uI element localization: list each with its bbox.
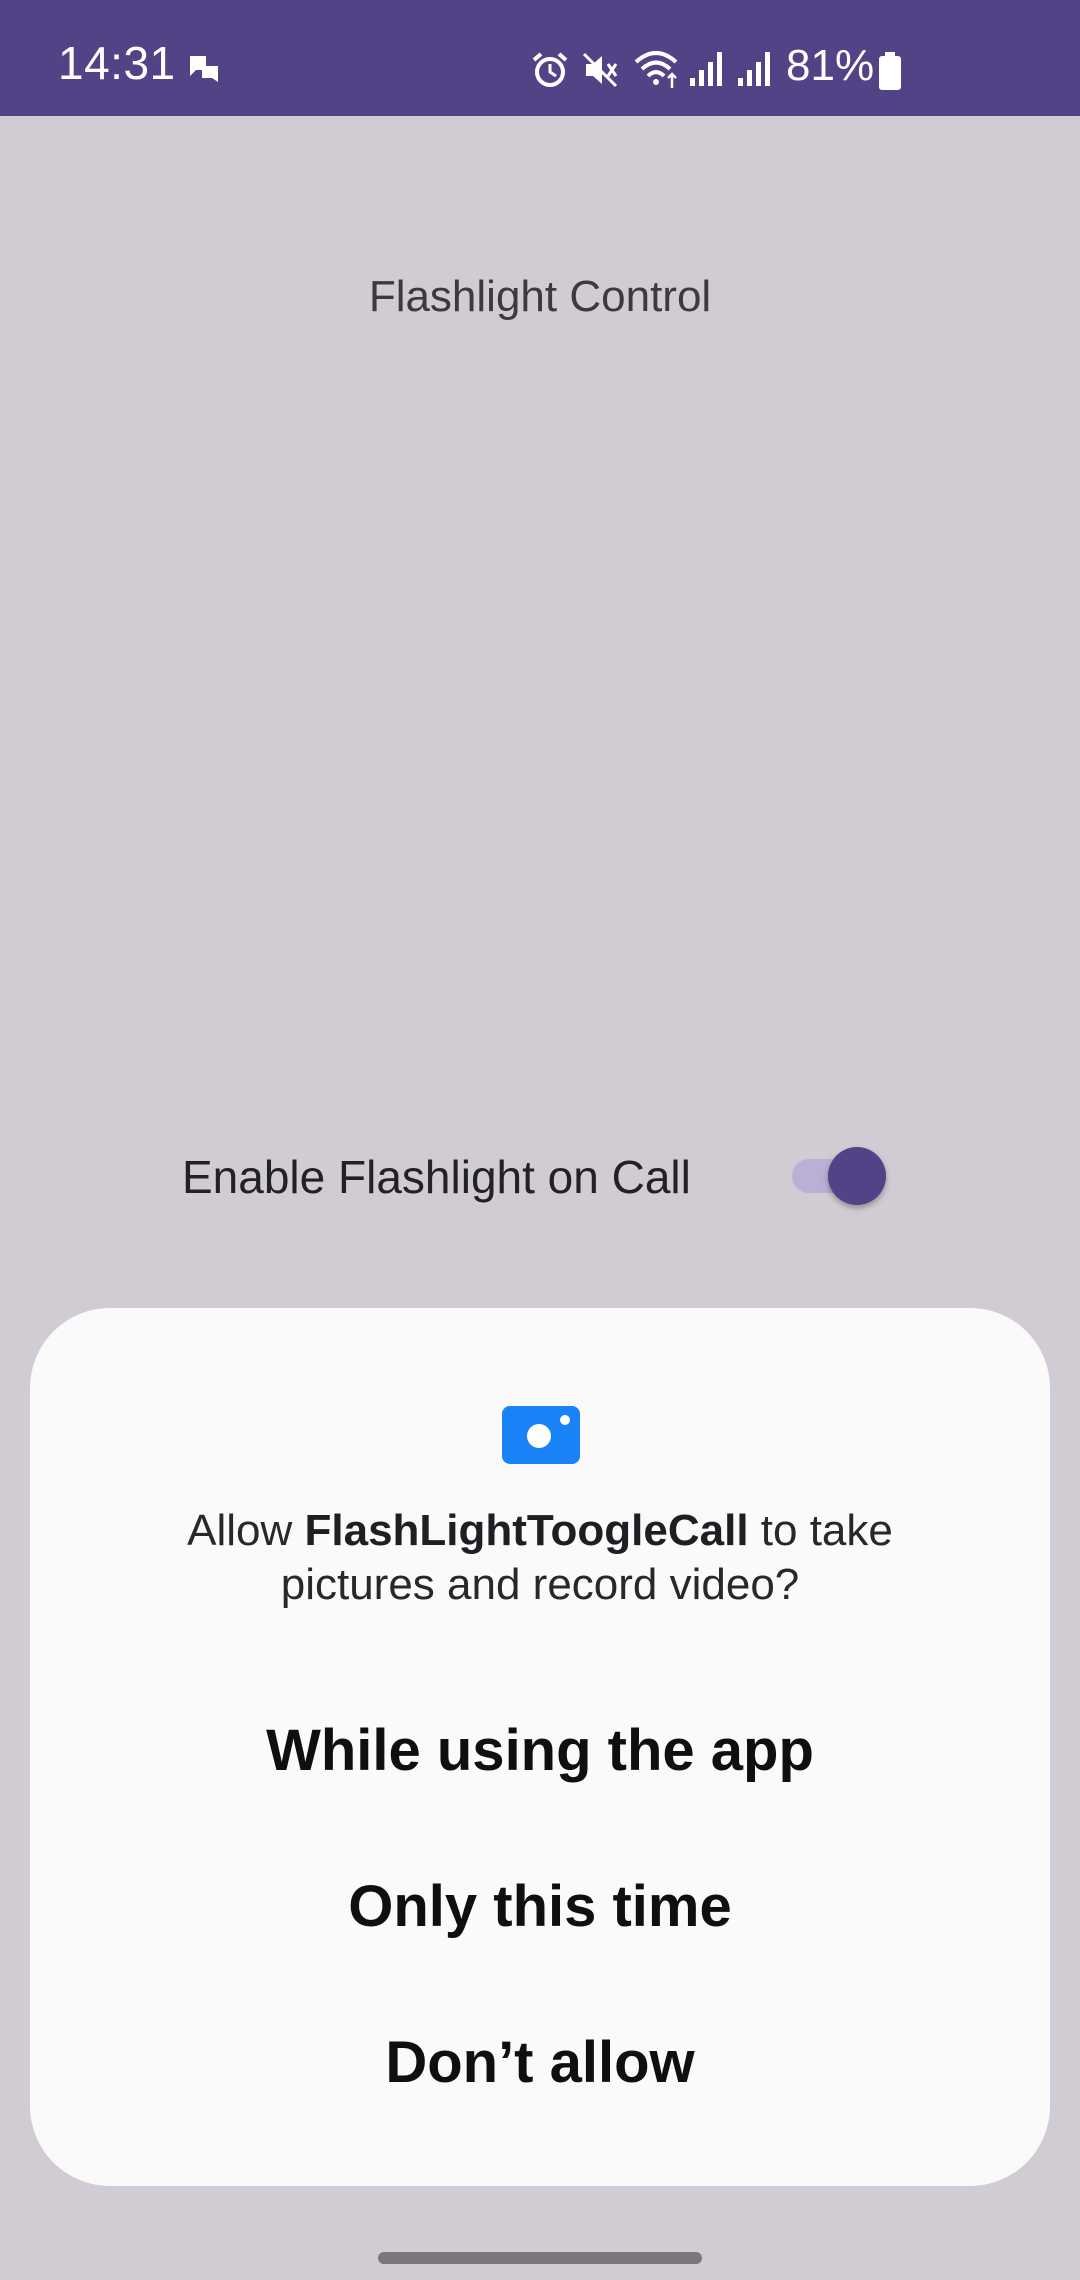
app-name: FlashLightToogleCall [304, 1506, 749, 1555]
permission-message: Allow FlashLightToogleCall to take pictu… [110, 1504, 970, 1612]
flashlight-on-call-toggle[interactable] [790, 1144, 890, 1208]
flashlight-on-call-setting: Enable Flashlight on Call [0, 1140, 1080, 1214]
camera-icon [502, 1406, 580, 1464]
status-time: 14:31 [58, 37, 176, 89]
battery-icon [879, 52, 901, 90]
only-this-time-button[interactable]: Only this time [30, 1847, 1050, 1967]
signal-icon [690, 52, 722, 86]
chat-notification-icon [190, 56, 218, 82]
permission-dialog: Allow FlashLightToogleCall to take pictu… [30, 1308, 1050, 2186]
dont-allow-button[interactable]: Don’t allow [30, 2003, 1050, 2123]
battery-percentage: 81% [786, 41, 875, 90]
status-bar: 14:31 81% [0, 0, 1080, 116]
signal-icon [738, 52, 770, 86]
while-using-app-button[interactable]: While using the app [30, 1691, 1050, 1811]
home-indicator[interactable] [378, 2252, 702, 2264]
wifi-icon [634, 51, 678, 88]
page-title: Flashlight Control [368, 272, 712, 321]
toggle-thumb[interactable] [828, 1147, 886, 1205]
message-prefix: Allow [187, 1506, 305, 1555]
mute-icon [582, 52, 618, 88]
alarm-icon [532, 52, 568, 87]
setting-label: Enable Flashlight on Call [182, 1151, 691, 1203]
